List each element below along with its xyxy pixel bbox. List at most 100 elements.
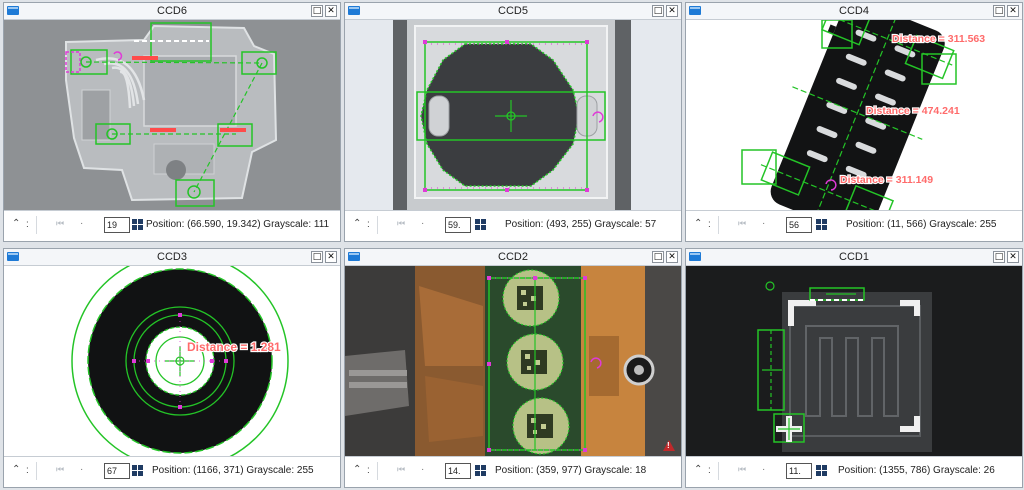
panel-title: CCD6 bbox=[157, 5, 187, 17]
status-bar: ⌃ : ⏮ · 19 Position: (66.590, 19.342) Gr… bbox=[4, 210, 340, 241]
position-readout: Position: (493, 255) Grayscale: 57 bbox=[505, 219, 657, 230]
warning-icon bbox=[663, 440, 675, 451]
position-readout: Position: (11, 566) Grayscale: 255 bbox=[846, 219, 997, 230]
skip-first-icon[interactable]: ⏮ bbox=[397, 465, 405, 475]
zoom-input[interactable]: 59. bbox=[445, 217, 471, 233]
nav-dot: · bbox=[421, 218, 425, 229]
panel-titlebar[interactable]: CCD2 □ ✕ bbox=[345, 249, 681, 266]
chevron-double-up-icon[interactable]: ⌃ bbox=[12, 218, 20, 229]
panel-title: CCD4 bbox=[839, 5, 869, 17]
nav-dot: · bbox=[80, 464, 84, 475]
status-colon: : bbox=[26, 465, 29, 476]
distance-label: Distance = 311.149 bbox=[840, 174, 933, 186]
chevron-double-up-icon[interactable]: ⌃ bbox=[694, 218, 702, 229]
position-readout: Position: (359, 977) Grayscale: 18 bbox=[495, 465, 647, 476]
status-bar: ⌃ : ⏮ · 59. Position: (493, 255) Graysca… bbox=[345, 210, 681, 241]
panel-titlebar[interactable]: CCD6 □ ✕ bbox=[4, 3, 340, 20]
camera-panel-ccd4: CCD4 □ ✕ Distance = 311.563 Distance = 4… bbox=[685, 2, 1023, 242]
inspection-overlay bbox=[686, 266, 1022, 457]
skip-first-icon[interactable]: ⏮ bbox=[397, 219, 405, 229]
camera-panel-ccd2: CCD2 □ ✕ ! ⌃: ⏮ · 14. Position: (359, 9… bbox=[344, 248, 682, 488]
divider bbox=[377, 216, 378, 234]
panel-title: CCD2 bbox=[498, 251, 528, 263]
skip-first-icon[interactable]: ⏮ bbox=[56, 465, 64, 475]
maximize-icon[interactable]: □ bbox=[311, 5, 323, 17]
distance-label: Distance = 311.563 bbox=[892, 33, 985, 45]
close-icon[interactable]: ✕ bbox=[325, 5, 337, 17]
status-colon: : bbox=[367, 219, 370, 230]
skip-first-icon[interactable]: ⏮ bbox=[56, 219, 64, 229]
inspection-overlay bbox=[345, 20, 681, 211]
close-icon[interactable]: ✕ bbox=[325, 251, 337, 263]
panel-title: CCD1 bbox=[839, 251, 869, 263]
grid-icon[interactable] bbox=[816, 465, 827, 476]
grid-icon[interactable] bbox=[475, 219, 486, 230]
panel-titlebar[interactable]: CCD3 □ ✕ bbox=[4, 249, 340, 266]
camera-panel-ccd5: CCD5 □ ✕ ⌃ : ⏮ · 59. Position: (493, 255… bbox=[344, 2, 682, 242]
divider bbox=[36, 216, 37, 234]
status-bar: ⌃ : ⏮ · 14. Position: (359, 977) Graysca… bbox=[345, 456, 681, 487]
inspection-overlay bbox=[4, 20, 340, 211]
status-colon: : bbox=[708, 465, 711, 476]
status-bar: ⌃ : ⏮ · 11. Position: (1355, 786) Graysc… bbox=[686, 456, 1022, 487]
panel-titlebar[interactable]: CCD1 □ ✕ bbox=[686, 249, 1022, 266]
camera-view[interactable] bbox=[4, 20, 340, 211]
maximize-icon[interactable]: □ bbox=[993, 251, 1005, 263]
grid-icon[interactable] bbox=[132, 465, 143, 476]
divider bbox=[718, 462, 719, 480]
camera-panel-ccd1: CCD1 □ ✕ ⌃ : ⏮ · 11. Position: (1355, 78… bbox=[685, 248, 1023, 488]
grid-icon[interactable] bbox=[816, 219, 827, 230]
inspection-overlay: Distance = 311.563 Distance = 474.241 Di… bbox=[686, 20, 1022, 211]
zoom-input[interactable]: 14. bbox=[445, 463, 471, 479]
chevron-double-up-icon[interactable]: ⌃ bbox=[12, 464, 20, 475]
distance-label: Distance = 474.241 bbox=[866, 105, 960, 117]
status-bar: ⌃ : ⏮ · 56 Position: (11, 566) Grayscale… bbox=[686, 210, 1022, 241]
maximize-icon[interactable]: □ bbox=[311, 251, 323, 263]
camera-panel-ccd6: CCD6 □ ✕ ⌃: ⏮ · 19 Position: (66.590, 1… bbox=[3, 2, 341, 242]
divider bbox=[718, 216, 719, 234]
camera-view[interactable] bbox=[345, 20, 681, 211]
nav-dot: · bbox=[762, 218, 766, 229]
zoom-input[interactable]: 11. bbox=[786, 463, 812, 479]
maximize-icon[interactable]: □ bbox=[652, 5, 664, 17]
position-readout: Position: (1166, 371) Grayscale: 255 bbox=[152, 465, 314, 476]
status-colon: : bbox=[367, 465, 370, 476]
inspection-overlay bbox=[345, 266, 681, 457]
grid-icon[interactable] bbox=[475, 465, 486, 476]
nav-dot: · bbox=[421, 464, 425, 475]
maximize-icon[interactable]: □ bbox=[993, 5, 1005, 17]
grid-icon[interactable] bbox=[132, 219, 143, 230]
camera-view[interactable] bbox=[686, 266, 1022, 457]
panel-titlebar[interactable]: CCD4 □ ✕ bbox=[686, 3, 1022, 20]
chevron-double-up-icon[interactable]: ⌃ bbox=[694, 464, 702, 475]
close-icon[interactable]: ✕ bbox=[666, 251, 678, 263]
panel-titlebar[interactable]: CCD5 □ ✕ bbox=[345, 3, 681, 20]
maximize-icon[interactable]: □ bbox=[652, 251, 664, 263]
divider bbox=[377, 462, 378, 480]
chevron-double-up-icon[interactable]: ⌃ bbox=[353, 218, 361, 229]
panel-title: CCD3 bbox=[157, 251, 187, 263]
inspection-overlay: Distance = 1.281 bbox=[4, 266, 340, 457]
zoom-input[interactable]: 67 bbox=[104, 463, 130, 479]
nav-dot: · bbox=[762, 464, 766, 475]
close-icon[interactable]: ✕ bbox=[1007, 5, 1019, 17]
zoom-input[interactable]: 56 bbox=[786, 217, 812, 233]
nav-dot: · bbox=[80, 218, 84, 229]
distance-label: Distance = 1.281 bbox=[187, 340, 281, 354]
close-icon[interactable]: ✕ bbox=[666, 5, 678, 17]
panel-title: CCD5 bbox=[498, 5, 528, 17]
status-bar: ⌃ : ⏮ · 67 Position: (1166, 371) Graysca… bbox=[4, 456, 340, 487]
skip-first-icon[interactable]: ⏮ bbox=[738, 465, 746, 475]
camera-panel-ccd3: CCD3 □ ✕ Distance = 1.281 ⌃: ⏮ · 67 Pos… bbox=[3, 248, 341, 488]
camera-view[interactable] bbox=[345, 266, 681, 457]
zoom-input[interactable]: 19 bbox=[104, 217, 130, 233]
position-readout: Position: (1355, 786) Grayscale: 26 bbox=[838, 465, 995, 476]
close-icon[interactable]: ✕ bbox=[1007, 251, 1019, 263]
camera-view[interactable]: Distance = 311.563 Distance = 474.241 Di… bbox=[686, 20, 1022, 211]
camera-view[interactable]: Distance = 1.281 bbox=[4, 266, 340, 457]
divider bbox=[36, 462, 37, 480]
status-colon: : bbox=[708, 219, 711, 230]
chevron-double-up-icon[interactable]: ⌃ bbox=[353, 464, 361, 475]
status-colon: : bbox=[26, 219, 29, 230]
skip-first-icon[interactable]: ⏮ bbox=[738, 219, 746, 229]
